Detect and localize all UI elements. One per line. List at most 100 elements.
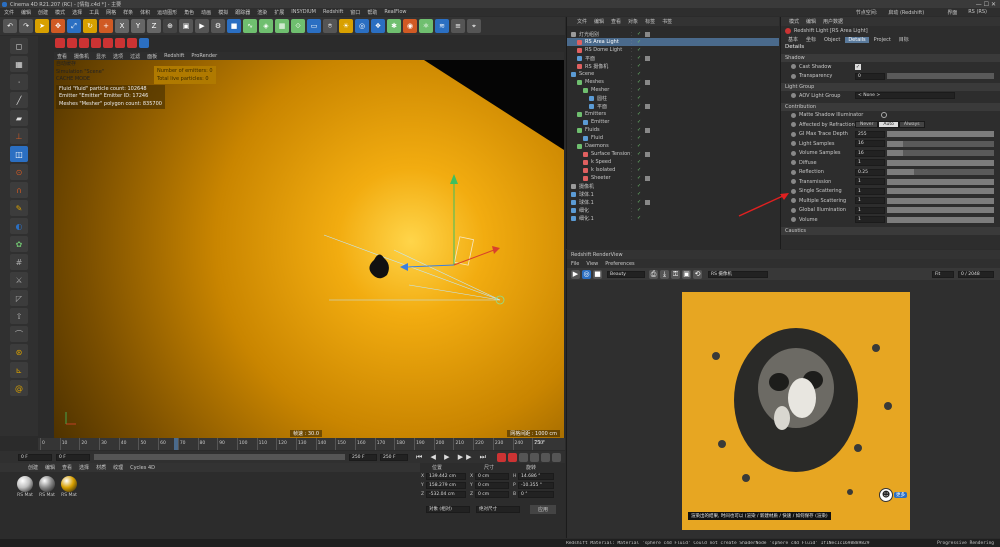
coord-system-icon[interactable]: ⊕: [163, 19, 177, 33]
layout-selector[interactable]: 节点空间: 启动 (Redshift) 界面 RS (RS): [856, 9, 993, 16]
animate-dot-icon[interactable]: [791, 150, 796, 156]
enable-check-icon[interactable]: ✓: [637, 159, 643, 165]
caustics-section-header[interactable]: Caustics: [781, 226, 1000, 235]
rotate-icon[interactable]: ↻: [83, 19, 97, 33]
menu-item[interactable]: 运动图形: [157, 9, 177, 16]
enable-check-icon[interactable]: ✓: [637, 199, 643, 205]
rs-dome-icon[interactable]: [115, 38, 125, 48]
object-tree-item[interactable]: k Speed ⁚ ✓: [567, 158, 779, 166]
deformer-icon[interactable]: ⟐: [291, 19, 305, 33]
size-mode-select[interactable]: 绝对尺寸: [476, 506, 520, 513]
object-tree-item[interactable]: Fluid ⁚ ✓: [567, 134, 779, 142]
contribution-value-field[interactable]: 16: [855, 149, 885, 157]
rv-play-icon[interactable]: ▶: [571, 269, 580, 279]
menu-item[interactable]: 帮助: [367, 9, 377, 16]
contribution-slider[interactable]: [887, 188, 994, 195]
position-field[interactable]: 139.442 cm: [426, 473, 466, 480]
menu-item[interactable]: 网格: [106, 9, 116, 16]
viewport-menu-item[interactable]: Redshift: [164, 53, 184, 59]
object-tree-item[interactable]: Emitter ⁚ ✓: [567, 118, 779, 126]
enable-check-icon[interactable]: ✓: [637, 63, 643, 69]
rv-lock-icon[interactable]: ⚿: [671, 269, 680, 279]
enable-check-icon[interactable]: ✓: [637, 47, 643, 53]
mograph-icon[interactable]: ◎: [355, 19, 369, 33]
enable-check-icon[interactable]: ✓: [637, 95, 643, 101]
object-tree-item[interactable]: Mesher ⁚ ✓: [567, 86, 779, 94]
contribution-value-field[interactable]: 1: [855, 178, 885, 186]
menu-item[interactable]: 动画: [201, 9, 211, 16]
enable-check-icon[interactable]: ✓: [637, 143, 643, 149]
select-icon[interactable]: ➤: [35, 19, 49, 33]
autokey-icon[interactable]: [508, 452, 517, 462]
transparency-field[interactable]: 0: [855, 72, 885, 80]
contribution-value-field[interactable]: 1: [855, 187, 885, 195]
enable-check-icon[interactable]: ✓: [637, 183, 643, 189]
contribution-slider[interactable]: [887, 131, 994, 138]
snap-icon[interactable]: ⌖: [467, 19, 481, 33]
object-tree-item[interactable]: RS Dome Light ⁚ ✓: [567, 46, 779, 54]
x-axis-handle[interactable]: [453, 249, 495, 266]
material-menu-item[interactable]: 创建: [28, 464, 38, 471]
tag-icon[interactable]: [645, 79, 650, 85]
object-tree-item[interactable]: 灯光组别 ⁚ ✓: [567, 30, 779, 38]
bridge-icon[interactable]: ⌒: [10, 326, 28, 342]
rv-camera-select[interactable]: RS 摄像机: [708, 270, 768, 278]
light-icon[interactable]: ☀: [339, 19, 353, 33]
object-tree-item[interactable]: 平面 ⁚ ✓: [567, 54, 779, 62]
affected-refraction-option[interactable]: Always: [898, 121, 925, 129]
object-tree-item[interactable]: Fluids ⁚ ✓: [567, 126, 779, 134]
object-tree-item[interactable]: Scene ⁚ ✓: [567, 70, 779, 78]
enable-check-icon[interactable]: ✓: [637, 79, 643, 85]
menu-item[interactable]: 样条: [123, 9, 133, 16]
viewport-menu-item[interactable]: 选项: [113, 53, 123, 60]
rv-snapshot-icon[interactable]: ⎙: [649, 269, 658, 279]
object-menu-item[interactable]: 文件: [577, 18, 587, 25]
material-menu-item[interactable]: 查看: [62, 464, 72, 471]
aov-light-group-select[interactable]: < None >: [855, 92, 955, 100]
rs-ipr-icon[interactable]: [67, 38, 77, 48]
object-tree-item[interactable]: Sheeter ⁚ ✓: [567, 174, 779, 182]
x-axis-arrow-icon[interactable]: [492, 246, 500, 254]
rv-save-icon[interactable]: ⤓: [660, 269, 669, 279]
cube-icon[interactable]: ■: [227, 19, 241, 33]
enable-check-icon[interactable]: ✓: [637, 103, 643, 109]
playback-controls[interactable]: ⏮ ◀ ▶ ▶▶ ⏭: [416, 453, 489, 462]
start-frame-field[interactable]: 0 F: [18, 453, 52, 461]
contribution-slider[interactable]: [887, 150, 994, 157]
animate-dot-icon[interactable]: [791, 141, 796, 147]
contribution-slider[interactable]: [887, 169, 994, 176]
render-view-menu-item[interactable]: File: [571, 261, 579, 267]
enable-check-icon[interactable]: ✓: [637, 71, 643, 77]
generator-icon[interactable]: ◈: [259, 19, 273, 33]
object-menu-item[interactable]: 查看: [611, 18, 621, 25]
menu-item[interactable]: 角色: [184, 9, 194, 16]
position-field[interactable]: 158.279 cm: [426, 482, 466, 489]
tag-icon[interactable]: [645, 31, 650, 37]
cloner-icon[interactable]: ❖: [371, 19, 385, 33]
attribute-tab[interactable]: Project: [871, 37, 894, 43]
affected-refraction-option[interactable]: Auto: [878, 121, 899, 129]
matte-shadow-checkbox[interactable]: [881, 112, 887, 119]
max-frame-field[interactable]: 250 F: [379, 453, 408, 461]
node-space-value[interactable]: 启动 (Redshift): [888, 9, 924, 16]
attribute-menu-item[interactable]: 用户数据: [823, 18, 843, 25]
material-menu-item[interactable]: 编辑: [45, 464, 55, 471]
object-menu-item[interactable]: 编辑: [594, 18, 604, 25]
enable-check-icon[interactable]: ✓: [637, 39, 643, 45]
attribute-tab[interactable]: 基本: [785, 36, 801, 43]
contribution-slider[interactable]: [887, 178, 994, 185]
xpresso-icon[interactable]: ⚛: [419, 19, 433, 33]
menu-item[interactable]: 编辑: [21, 9, 31, 16]
knife-icon[interactable]: ⚔: [10, 272, 28, 288]
enable-check-icon[interactable]: ✓: [637, 127, 643, 133]
edges-mode-icon[interactable]: ╱: [10, 92, 28, 108]
spiral-icon[interactable]: @: [10, 380, 28, 396]
key-scale-icon[interactable]: [552, 452, 561, 462]
shadow-section-header[interactable]: Shadow: [781, 54, 1000, 62]
y-axis-arrow-icon[interactable]: [450, 174, 458, 184]
camera-icon[interactable]: ⌾: [323, 19, 337, 33]
min-frame-field[interactable]: 0 F: [56, 453, 90, 461]
attribute-menu-item[interactable]: 模式: [789, 18, 799, 25]
contribution-value-field[interactable]: 1: [855, 206, 885, 214]
rotation-field[interactable]: 0 °: [518, 491, 554, 498]
